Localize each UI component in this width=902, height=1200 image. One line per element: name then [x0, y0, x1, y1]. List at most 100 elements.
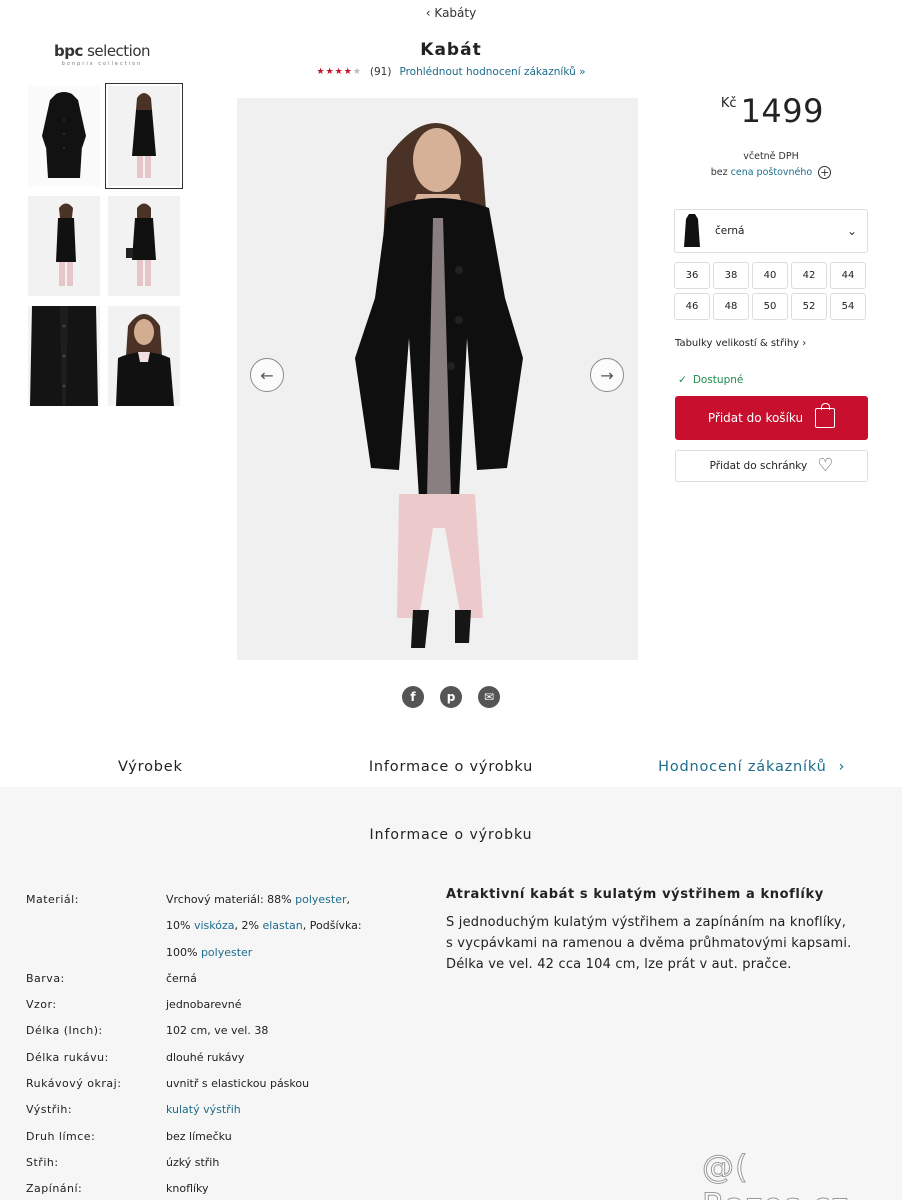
size-option-42[interactable]: 42 [791, 262, 827, 289]
chevron-right-icon: › [838, 759, 846, 775]
tab-hodnoceni[interactable]: Hodnocení zákazníků › [601, 750, 902, 787]
add-to-wishlist-label: Přidat do schránky [709, 460, 808, 472]
pinterest-icon[interactable]: p [440, 686, 462, 708]
attribute-key: Vzor: [26, 998, 57, 1012]
attribute-value: úzký střih [166, 1150, 406, 1176]
size-tables-link[interactable]: Tabulky velikostí & střihy › [675, 338, 806, 349]
attribute-link[interactable]: kulatý výstřih [166, 1103, 241, 1116]
price-currency: Kč [720, 96, 737, 111]
share-icons: f p ✉ [0, 686, 902, 708]
price: Kč 1499 [674, 92, 868, 130]
tab-vyrobek[interactable]: Výrobek [0, 750, 301, 787]
vat-note: včetně DPH [743, 151, 799, 162]
attribute-value: Vrchový materiál: 88% polyester, 10% vis… [166, 887, 376, 966]
main-product-image [237, 98, 638, 660]
attribute-row: Střih: úzký střih [26, 1150, 406, 1176]
tab-informace-label: Informace o výrobku [368, 759, 534, 775]
attribute-key: Výstřih: [26, 1103, 73, 1117]
heart-icon: ♡ [817, 455, 834, 476]
facebook-icon[interactable]: f [402, 686, 424, 708]
star-filled-icon: ★ [343, 67, 353, 77]
price-amount: 1499 [740, 92, 824, 130]
size-option-36[interactable]: 36 [674, 262, 710, 289]
attribute-value: černá [166, 966, 406, 992]
add-to-wishlist-button[interactable]: Přidat do schránky ♡ [675, 450, 868, 482]
attribute-row: Délka (Inch): 102 cm, ve vel. 38 [26, 1018, 406, 1044]
add-to-cart-label: Přidat do košíku [707, 411, 804, 425]
attribute-key: Délka rukávu: [26, 1050, 109, 1064]
attribute-text: dlouhé rukávy [166, 1050, 245, 1064]
vat-info: včetně DPH bez cena poštovného + [674, 149, 868, 181]
attribute-value: bez límečku [166, 1124, 406, 1150]
arrow-left-icon: ← [260, 365, 274, 385]
next-image-button[interactable]: → [590, 358, 624, 392]
attribute-link[interactable]: polyester [201, 946, 252, 959]
availability-status: ✓ Dostupné [678, 374, 743, 386]
attribute-key: Materiál: [26, 893, 79, 906]
size-option-38[interactable]: 38 [713, 262, 749, 289]
star-filled-icon: ★ [334, 67, 344, 77]
attribute-value: dlouhé rukávy [166, 1045, 406, 1071]
thumbnail-1[interactable] [28, 86, 100, 186]
attribute-text: , 2% [234, 919, 263, 933]
attribute-text: bez límečku [166, 1129, 232, 1143]
thumbnail-gallery [28, 83, 183, 406]
attribute-row: Výstřih: kulatý výstřih [26, 1097, 406, 1123]
attribute-key: Barva: [26, 971, 65, 985]
thumbnail-3[interactable] [28, 196, 100, 296]
attribute-text: Vrchový materiál: 88% [166, 893, 296, 906]
arrow-right-icon: → [600, 365, 614, 385]
product-tabs: Výrobek Informace o výrobku Hodnocení zá… [0, 750, 902, 787]
size-option-46[interactable]: 46 [674, 293, 710, 320]
size-option-50[interactable]: 50 [752, 293, 788, 320]
attribute-key: Délka (Inch): [26, 1024, 103, 1038]
star-filled-icon: ★ [316, 67, 326, 77]
attribute-value: kulatý výstřih [166, 1097, 406, 1123]
attribute-link[interactable]: elastan [262, 919, 302, 932]
attribute-row: Druh límce: bez límečku [26, 1124, 406, 1150]
shipping-row: bez cena poštovného + [674, 165, 868, 181]
size-option-48[interactable]: 48 [713, 293, 749, 320]
attribute-row: Rukávový okraj: uvnitř s elastickou pásko… [26, 1071, 406, 1097]
product-description: Atraktivní kabát s kulatým výstřihem a k… [446, 887, 856, 975]
tab-informace[interactable]: Informace o výrobku [301, 750, 602, 787]
tab-hodnoceni-label: Hodnocení zákazníků [658, 759, 827, 775]
description-title: Atraktivní kabát s kulatým výstřihem a k… [446, 887, 824, 902]
product-info-section: Informace o výrobku Materiál: Vrchový mat… [0, 787, 902, 1200]
size-option-54[interactable]: 54 [830, 293, 866, 320]
thumbnail-4[interactable] [108, 196, 180, 296]
add-to-cart-button[interactable]: Přidat do košíku [675, 396, 868, 440]
email-icon[interactable]: ✉ [478, 686, 500, 708]
breadcrumb-link-kabaty[interactable]: ‹ Kabáty [426, 6, 476, 20]
reviews-link[interactable]: Prohlédnout hodnocení zákazníků » [399, 66, 585, 78]
attribute-link[interactable]: viskóza [194, 919, 235, 932]
attribute-table: Materiál: Vrchový materiál: 88% polyester… [26, 887, 406, 1200]
shipping-cost-link[interactable]: cena poštovného [731, 167, 813, 178]
product-title: Kabát [420, 40, 482, 60]
tab-vyrobek-label: Výrobek [117, 759, 183, 775]
attribute-value: uvnitř s elastickou páskou [166, 1071, 406, 1097]
attribute-row: Zapínání: knoflíky [26, 1176, 406, 1200]
info-heading: Informace o výrobku [369, 827, 533, 843]
attribute-row: Délka rukávu: dlouhé rukávy [26, 1045, 406, 1071]
check-icon: ✓ [678, 374, 687, 386]
thumbnail-5[interactable] [28, 306, 100, 406]
thumbnail-6[interactable] [108, 306, 180, 406]
size-option-40[interactable]: 40 [752, 262, 788, 289]
color-selected-label: černá [715, 225, 745, 237]
prev-image-button[interactable]: ← [250, 358, 284, 392]
color-select[interactable]: černá ⌄ [674, 209, 868, 253]
size-option-52[interactable]: 52 [791, 293, 827, 320]
rating-count: (91) [369, 66, 392, 78]
size-option-44[interactable]: 44 [830, 262, 866, 289]
attribute-row: Vzor: jednobarevné [26, 992, 406, 1018]
thumbnail-2[interactable] [105, 83, 183, 189]
attribute-text: 102 cm, ve vel. 38 [166, 1024, 269, 1038]
attribute-link[interactable]: polyester [295, 893, 346, 906]
attribute-text: černá [166, 971, 197, 985]
availability-label: Dostupné [692, 374, 744, 386]
attribute-value: jednobarevné [166, 992, 406, 1018]
attribute-text: jednobarevné [166, 998, 242, 1012]
attribute-key: Druh límce: [26, 1129, 96, 1143]
plus-circle-icon[interactable]: + [818, 166, 832, 179]
